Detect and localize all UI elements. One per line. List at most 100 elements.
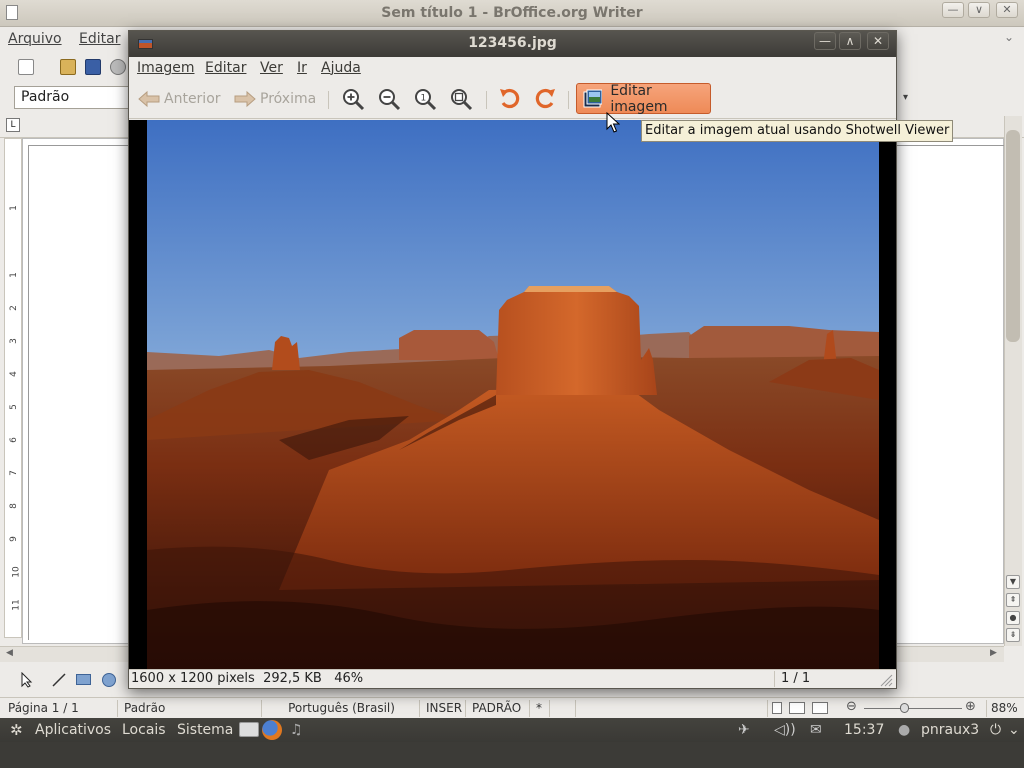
ubuntu-logo-icon[interactable]: ✲ bbox=[10, 721, 23, 739]
edit-image-tooltip: Editar a imagem atual usando Shotwell Vi… bbox=[641, 120, 954, 142]
clock[interactable]: 15:37 bbox=[844, 721, 884, 739]
menu-editar[interactable]: Editar bbox=[205, 60, 246, 76]
ruler-number: 6 bbox=[8, 437, 19, 443]
page-style-indicator[interactable]: Padrão bbox=[120, 700, 262, 717]
printer-icon[interactable] bbox=[239, 722, 259, 737]
selection-mode-indicator[interactable]: PADRÃO bbox=[468, 700, 530, 717]
ruler-number: 1 bbox=[8, 205, 19, 211]
scroll-right-arrow-icon[interactable]: ▶ bbox=[990, 648, 997, 658]
edit-image-label: Editar imagem bbox=[610, 82, 668, 115]
viewer-minimize-button[interactable]: — bbox=[814, 32, 836, 50]
statusbar-empty-field bbox=[578, 700, 768, 717]
ruler-number: 3 bbox=[8, 338, 19, 344]
page-indicator[interactable]: Página 1 / 1 bbox=[4, 700, 118, 717]
single-page-view-icon[interactable] bbox=[772, 702, 782, 714]
scroll-left-arrow-icon[interactable]: ◀ bbox=[6, 648, 13, 658]
previous-page-icon[interactable]: ⇞ bbox=[1006, 593, 1020, 607]
arrow-left-icon bbox=[138, 90, 160, 108]
chat-icon[interactable]: ● bbox=[898, 721, 910, 739]
select-arrow-icon[interactable] bbox=[20, 672, 34, 688]
rotate-left-icon[interactable] bbox=[497, 86, 523, 112]
page-margin-line bbox=[28, 145, 29, 640]
scroll-down-arrow-icon[interactable]: ▼ bbox=[1006, 575, 1020, 589]
zoom-out-icon[interactable]: ⊖ bbox=[846, 699, 857, 714]
toolbar-dropdown-icon[interactable]: ▾ bbox=[903, 92, 908, 103]
rectangle-tool-icon[interactable] bbox=[76, 674, 91, 685]
navigation-icon[interactable]: ● bbox=[1006, 611, 1020, 625]
power-icon[interactable]: ⏻ bbox=[990, 721, 1001, 739]
viewer-close-button[interactable]: ✕ bbox=[867, 32, 889, 50]
image-display-area[interactable] bbox=[129, 120, 896, 669]
shotwell-icon bbox=[583, 89, 603, 107]
tray-overflow-icon[interactable]: ⌄ bbox=[1008, 721, 1020, 739]
save-icon[interactable] bbox=[85, 59, 101, 75]
music-player-icon[interactable]: ♫ bbox=[290, 721, 303, 739]
viewer-window-title: 123456.jpg bbox=[468, 35, 557, 51]
zoom-in-icon[interactable]: ⊕ bbox=[965, 699, 976, 714]
new-document-icon[interactable] bbox=[18, 59, 34, 75]
ruler-number: 7 bbox=[8, 470, 19, 476]
toolbar-separator bbox=[486, 91, 487, 109]
email-icon[interactable] bbox=[110, 59, 126, 75]
mail-icon[interactable]: ✉ bbox=[810, 721, 822, 739]
user-menu[interactable]: pnraux3 bbox=[921, 721, 979, 739]
mouse-pointer-icon bbox=[606, 112, 620, 133]
firefox-icon[interactable] bbox=[262, 720, 282, 740]
previous-label: Anterior bbox=[164, 91, 221, 107]
zoom-fit-icon[interactable] bbox=[448, 86, 474, 112]
toolbar-separator bbox=[568, 91, 569, 109]
edit-image-button[interactable]: Editar imagem bbox=[576, 82, 711, 115]
zoom-out-icon[interactable] bbox=[376, 86, 402, 112]
zoom-normal-icon[interactable]: 1 bbox=[412, 86, 438, 112]
vertical-ruler: 1 1 2 3 4 5 6 7 8 9 10 11 bbox=[4, 138, 22, 638]
system-menu[interactable]: Sistema bbox=[177, 721, 233, 739]
previous-image-button[interactable]: Anterior bbox=[137, 87, 221, 111]
next-label: Próxima bbox=[260, 91, 317, 107]
insert-mode-indicator[interactable]: INSER bbox=[422, 700, 466, 717]
minimize-button[interactable]: — bbox=[942, 2, 964, 18]
document-modified-indicator: * bbox=[532, 700, 550, 717]
toolbar-separator bbox=[328, 91, 329, 109]
ruler-number: 4 bbox=[8, 371, 19, 377]
zoom-slider-handle[interactable] bbox=[900, 703, 909, 713]
language-indicator[interactable]: Português (Brasil) bbox=[264, 700, 420, 717]
close-button[interactable]: ✕ bbox=[996, 2, 1018, 18]
resize-grip-icon[interactable] bbox=[879, 673, 893, 687]
viewer-toolbar: Anterior Próxima 1 Editar imagem bbox=[129, 79, 896, 119]
image-info: 1600 x 1200 pixels 292,5 KB 46% bbox=[131, 671, 364, 686]
writer-window-title: Sem título 1 - BrOffice.org Writer bbox=[381, 5, 643, 21]
menu-ir[interactable]: Ir bbox=[297, 60, 307, 76]
applications-menu[interactable]: Aplicativos bbox=[35, 721, 111, 739]
menu-ver[interactable]: Ver bbox=[260, 60, 283, 76]
menu-arquivo[interactable]: Arquivo bbox=[8, 31, 62, 47]
places-menu[interactable]: Locais bbox=[122, 721, 166, 739]
line-tool-icon[interactable] bbox=[51, 672, 67, 688]
rotate-right-icon[interactable] bbox=[532, 86, 558, 112]
book-view-icon[interactable] bbox=[812, 702, 828, 714]
tab-stop-selector[interactable]: L bbox=[6, 118, 20, 132]
viewer-statusbar: 1600 x 1200 pixels 292,5 KB 46% 1 / 1 bbox=[129, 669, 896, 688]
menu-editar[interactable]: Editar bbox=[79, 31, 120, 47]
writer-titlebar[interactable]: Sem título 1 - BrOffice.org Writer — ∨ ✕ bbox=[0, 0, 1024, 27]
viewer-titlebar[interactable]: 123456.jpg — ∧ ✕ bbox=[129, 31, 896, 57]
next-image-button[interactable]: Próxima bbox=[233, 87, 316, 111]
menu-overflow-icon[interactable]: ⌄ bbox=[1004, 30, 1014, 44]
zoom-percentage[interactable]: 88% bbox=[986, 700, 1024, 717]
open-folder-icon[interactable] bbox=[60, 59, 76, 75]
network-icon[interactable]: ✈ bbox=[738, 721, 750, 739]
zoom-in-icon[interactable] bbox=[340, 86, 366, 112]
volume-icon[interactable]: ◁)) bbox=[774, 721, 796, 739]
zoom-slider-track[interactable] bbox=[864, 708, 962, 709]
vertical-scrollbar-thumb[interactable] bbox=[1006, 130, 1020, 342]
viewer-menubar: Imagem Editar Ver Ir Ajuda bbox=[129, 57, 896, 79]
ellipse-tool-icon[interactable] bbox=[102, 673, 116, 687]
arrow-right-icon bbox=[234, 90, 256, 108]
next-page-icon[interactable]: ⇟ bbox=[1006, 628, 1020, 642]
maximize-button[interactable]: ∨ bbox=[968, 2, 990, 18]
viewer-maximize-button[interactable]: ∧ bbox=[839, 32, 861, 50]
paragraph-style-combo[interactable]: Padrão bbox=[14, 86, 132, 109]
menu-ajuda[interactable]: Ajuda bbox=[321, 60, 361, 76]
multi-page-view-icon[interactable] bbox=[789, 702, 805, 714]
menu-imagem[interactable]: Imagem bbox=[137, 60, 194, 76]
taskbar-area bbox=[0, 742, 1024, 768]
